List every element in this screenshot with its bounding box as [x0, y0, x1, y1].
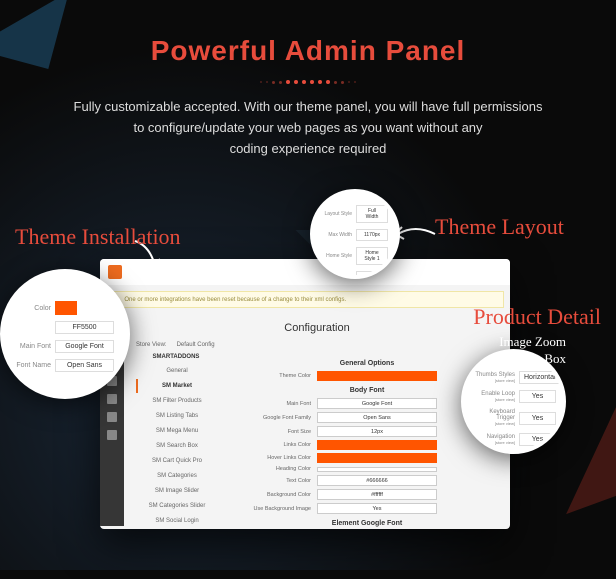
- divider-dots: [0, 79, 616, 85]
- tab-item[interactable]: SM Listing Tabs: [136, 409, 216, 423]
- field-label: Text Color: [236, 478, 311, 484]
- tab-item[interactable]: SM Cart Quick Pro: [136, 454, 216, 468]
- description: Fully customizable accepted. With our th…: [43, 97, 573, 159]
- tab-item[interactable]: SM Categories Slider: [136, 499, 216, 513]
- color-field[interactable]: [317, 440, 437, 450]
- alert-banner: ⚠ One or more integrations have been res…: [106, 291, 504, 308]
- tab-item[interactable]: SM Search Box: [136, 439, 216, 453]
- section-general: General Options: [236, 360, 498, 367]
- vendor-label: SMARTADDONS: [136, 354, 216, 360]
- page-title: Powerful Admin Panel: [0, 35, 616, 67]
- scope-select[interactable]: Default Config: [177, 342, 215, 348]
- annotation-layout: Theme Layout: [435, 214, 564, 240]
- select-main-font[interactable]: Google Font: [317, 398, 437, 409]
- field-label: Main Font: [236, 401, 311, 407]
- scope-label: Store View:: [136, 342, 167, 348]
- input-text[interactable]: #666666: [317, 475, 437, 486]
- select-bg-img[interactable]: Yes: [317, 503, 437, 514]
- magento-icon: [108, 265, 122, 279]
- input-bg[interactable]: #ffffff: [317, 489, 437, 500]
- admin-panel: ⚠ One or more integrations have been res…: [100, 259, 510, 529]
- tab-item[interactable]: SM Filter Products: [136, 394, 216, 408]
- field-label: Hover Links Color: [236, 455, 311, 461]
- tab-general[interactable]: General: [136, 364, 216, 378]
- tab-item[interactable]: SM Social Login: [136, 514, 216, 528]
- input-heading[interactable]: [317, 467, 437, 472]
- field-label: Theme Color: [236, 373, 311, 379]
- section-body-font: Body Font: [236, 387, 498, 394]
- field-label: Use Background Image: [236, 506, 311, 512]
- tab-item[interactable]: SM Mega Menu: [136, 424, 216, 438]
- tab-item[interactable]: SM Image Slider: [136, 484, 216, 498]
- field-label: Google Font Family: [236, 415, 311, 421]
- field-label: Heading Color: [236, 466, 311, 472]
- field-label: Background Color: [236, 492, 311, 498]
- tab-sm-market[interactable]: SM Market: [136, 379, 216, 393]
- nav-icon[interactable]: [107, 394, 117, 404]
- zoom-bubble-install: Color FF5500 Main FontGoogle Font Font N…: [0, 269, 130, 399]
- input-size[interactable]: 12px: [317, 426, 437, 437]
- config-title: Configuration: [136, 322, 498, 334]
- nav-icon[interactable]: [107, 430, 117, 440]
- color-field[interactable]: [317, 453, 437, 463]
- nav-icon[interactable]: [107, 412, 117, 422]
- section-gfont: Element Google Font: [236, 520, 498, 527]
- field-label: Font Size: [236, 429, 311, 435]
- annotation-install: Theme Installation: [15, 224, 181, 250]
- tab-item[interactable]: SM Categories: [136, 469, 216, 483]
- zoom-bubble-layout: Layout StyleFull Width Max Width1170px H…: [310, 189, 400, 279]
- field-label: Links Color: [236, 442, 311, 448]
- color-swatch: [55, 301, 77, 315]
- annotation-sublabel: Image ZoomLight Box: [499, 334, 566, 368]
- select-gfont[interactable]: Open Sans: [317, 412, 437, 423]
- annotation-detail: Product Detail: [473, 304, 601, 330]
- color-field[interactable]: [317, 371, 437, 381]
